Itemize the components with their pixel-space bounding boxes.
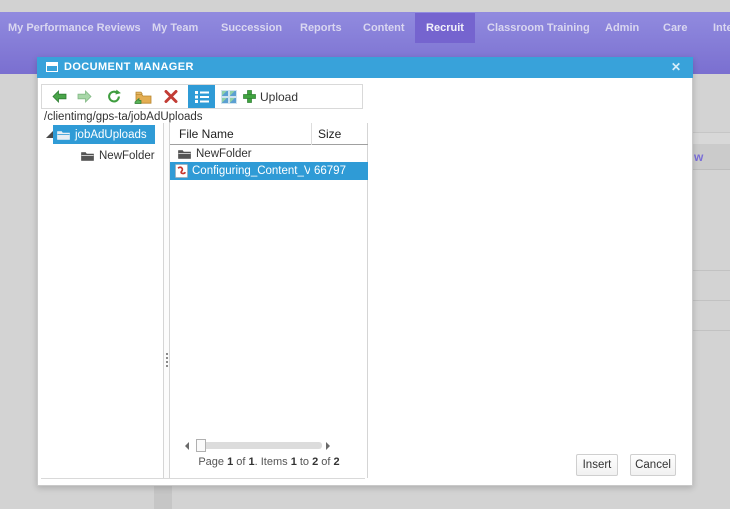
forward-button[interactable] bbox=[77, 85, 92, 108]
background-scroll-band bbox=[154, 486, 172, 509]
forward-arrow-icon bbox=[77, 90, 92, 103]
pdf-file-icon bbox=[175, 164, 188, 178]
file-toolbar: Upload bbox=[41, 84, 363, 109]
tree-node-jobaduploads: jobAdUploads bbox=[41, 125, 163, 144]
dialog-title: DOCUMENT MANAGER bbox=[64, 61, 194, 73]
tree-node-newfolder[interactable]: NewFolder bbox=[81, 147, 155, 165]
current-path: /clientimg/gps-ta/jobAdUploads bbox=[44, 111, 203, 123]
list-view-button[interactable] bbox=[188, 85, 215, 108]
nav-tab-classroom-training[interactable]: Classroom Training bbox=[487, 13, 590, 43]
upload-button[interactable]: Upload bbox=[243, 85, 298, 108]
upload-label: Upload bbox=[260, 89, 299, 104]
nav-tab-succession[interactable]: Succession bbox=[221, 13, 282, 43]
delete-button[interactable] bbox=[164, 85, 178, 108]
refresh-icon bbox=[108, 89, 121, 103]
tree-node-selected[interactable]: jobAdUploads bbox=[53, 125, 155, 144]
browser-panels: jobAdUploads NewFolder File Name Size Ne… bbox=[41, 123, 368, 479]
pane-splitter[interactable] bbox=[163, 123, 170, 478]
nav-tab-my-team[interactable]: My Team bbox=[152, 13, 198, 43]
thumbnails-view-button[interactable] bbox=[221, 85, 237, 108]
file-name: NewFolder bbox=[196, 147, 252, 160]
folder-icon bbox=[81, 152, 94, 161]
browser-chrome-strip bbox=[0, 0, 730, 12]
background-partial-link[interactable]: w bbox=[694, 150, 703, 164]
refresh-button[interactable] bbox=[106, 85, 122, 108]
scrollbar-track[interactable] bbox=[196, 442, 322, 449]
screen: My Performance Reviews My Team Successio… bbox=[0, 0, 730, 509]
back-button[interactable] bbox=[52, 85, 67, 108]
tree-node-label: jobAdUploads bbox=[75, 128, 147, 141]
nav-tab-reports[interactable]: Reports bbox=[300, 13, 342, 43]
scrollbar-thumb[interactable] bbox=[196, 439, 206, 452]
delete-x-icon bbox=[164, 90, 178, 103]
file-row-selected-pdf[interactable]: Configuring_Content_Vendo 66797 bbox=[170, 162, 368, 180]
window-icon bbox=[46, 62, 58, 72]
nav-tab-recruit[interactable]: Recruit bbox=[415, 13, 475, 43]
nav-tab-admin[interactable]: Admin bbox=[605, 13, 639, 43]
thumbnails-view-icon bbox=[221, 89, 237, 104]
file-list-header: File Name Size bbox=[170, 123, 368, 145]
back-arrow-icon bbox=[52, 90, 67, 103]
horizontal-scrollbar bbox=[170, 439, 368, 455]
column-divider bbox=[311, 123, 312, 145]
new-folder-icon bbox=[134, 91, 152, 104]
column-header-file-name[interactable]: File Name bbox=[179, 123, 234, 145]
folder-tree: jobAdUploads NewFolder bbox=[41, 123, 163, 478]
folder-icon bbox=[178, 149, 191, 159]
scroll-right-icon[interactable] bbox=[326, 442, 330, 450]
file-size: 66797 bbox=[314, 165, 346, 177]
close-icon[interactable]: ✕ bbox=[671, 57, 681, 78]
list-view-icon bbox=[194, 90, 209, 103]
nav-tab-content[interactable]: Content bbox=[363, 13, 405, 43]
nav-tab-care[interactable]: Care bbox=[663, 13, 687, 43]
nav-tab-inte-clipped[interactable]: Inte bbox=[713, 13, 730, 43]
plus-icon bbox=[243, 90, 256, 103]
insert-button[interactable]: Insert bbox=[576, 454, 618, 476]
folder-icon bbox=[57, 130, 70, 140]
file-name: Configuring_Content_Vendo bbox=[192, 165, 310, 177]
new-folder-button[interactable] bbox=[134, 85, 152, 108]
nav-tab-my-performance-reviews[interactable]: My Performance Reviews bbox=[8, 13, 141, 43]
splitter-grip-icon bbox=[166, 353, 168, 367]
cancel-button[interactable]: Cancel bbox=[630, 454, 676, 476]
column-header-size[interactable]: Size bbox=[318, 123, 341, 145]
pager-status: Page 1 of 1. Items 1 to 2 of 2 bbox=[198, 456, 340, 468]
file-row-newfolder[interactable]: NewFolder bbox=[170, 145, 368, 162]
scroll-left-icon[interactable] bbox=[185, 442, 189, 450]
dialog-titlebar[interactable]: DOCUMENT MANAGER ✕ bbox=[37, 57, 693, 78]
file-list: File Name Size NewFolder Configuring_Con… bbox=[170, 123, 368, 478]
document-manager-dialog: DOCUMENT MANAGER ✕ Upload /clientimg/gps… bbox=[37, 57, 693, 486]
tree-node-label: NewFolder bbox=[99, 150, 155, 162]
